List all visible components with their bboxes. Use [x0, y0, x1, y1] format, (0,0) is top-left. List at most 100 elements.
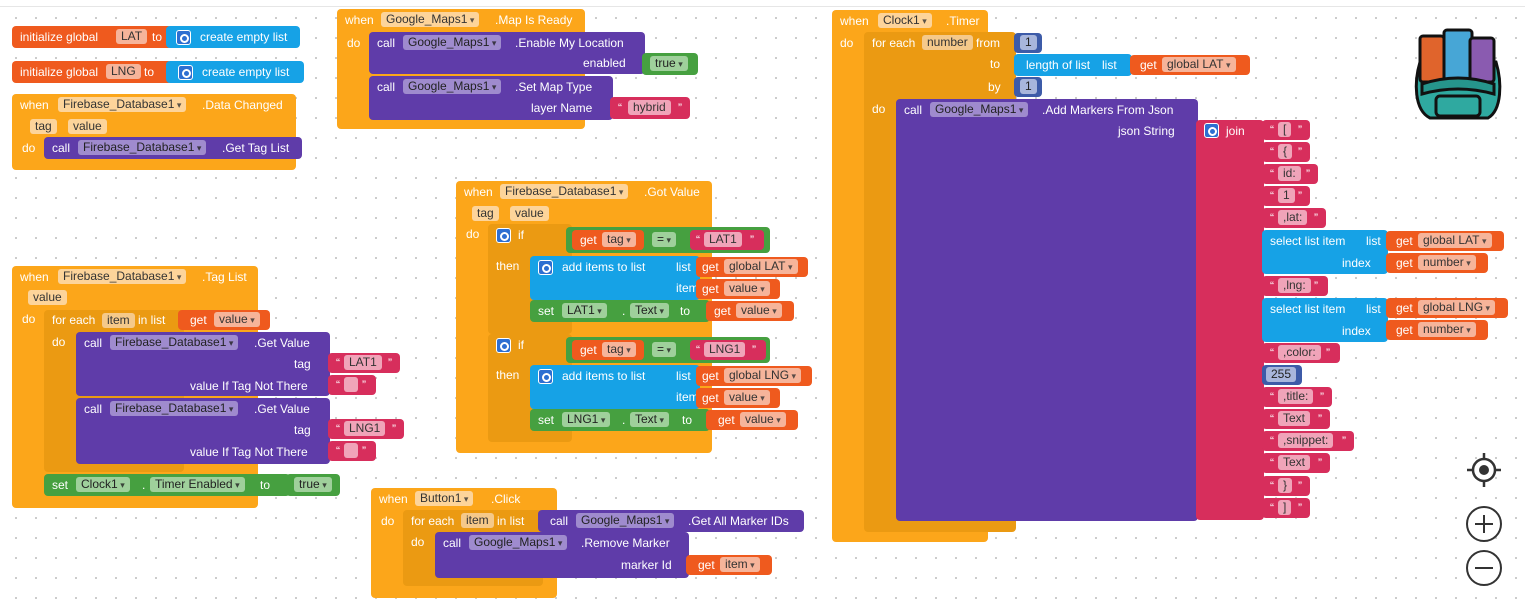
loop-var-number[interactable]: number — [922, 35, 973, 50]
component-dropdown[interactable]: LAT1 — [562, 303, 607, 318]
mutator-gear-icon[interactable] — [1204, 123, 1219, 138]
property-dropdown[interactable]: Timer Enabled — [150, 477, 245, 492]
get-value-lng1-call-block[interactable]: call Firebase_Database1 .Get Value tag v… — [76, 398, 330, 464]
text-block[interactable]: “ Text ” — [1262, 453, 1330, 473]
create-empty-list-block[interactable]: create empty list — [166, 26, 300, 48]
add-items-lat-block[interactable]: add items to list list item — [530, 256, 700, 300]
get-number-block[interactable]: get number — [1386, 253, 1488, 273]
get-global-lng-block[interactable]: get global LNG — [1386, 298, 1508, 318]
var-name-lat[interactable]: LAT — [116, 29, 148, 44]
get-tag-block[interactable]: get tag — [572, 340, 644, 360]
get-value-block[interactable]: get value — [696, 279, 780, 299]
set-lat1-text-block[interactable]: set LAT1 . Text to — [530, 300, 710, 322]
text-value[interactable]: [ — [1278, 122, 1292, 137]
loop-var-item[interactable]: item — [102, 313, 135, 328]
var-dropdown[interactable]: global LAT — [724, 259, 798, 274]
component-dropdown[interactable]: Google_Maps1 — [403, 35, 502, 50]
component-dropdown[interactable]: Firebase_Database1 — [500, 184, 629, 199]
text-value[interactable]: LNG1 — [344, 421, 386, 436]
var-dropdown[interactable]: value — [740, 412, 786, 427]
var-dropdown[interactable]: global LAT — [1162, 57, 1236, 72]
property-dropdown[interactable]: Text — [630, 412, 670, 427]
text-value[interactable]: LNG1 — [704, 342, 746, 357]
add-markers-from-json-call-block[interactable]: call Google_Maps1 .Add Markers From Json… — [896, 99, 1198, 521]
var-dropdown[interactable]: tag — [602, 232, 636, 247]
text-block[interactable]: “ id: ” — [1262, 164, 1318, 184]
var-dropdown[interactable]: value — [214, 312, 260, 327]
true-block[interactable]: true — [642, 53, 698, 75]
number-value[interactable]: 1 — [1020, 79, 1037, 94]
text-block[interactable]: “ [ ” — [1262, 120, 1310, 140]
zoom-out-icon[interactable] — [1466, 550, 1502, 586]
text-value[interactable]: LAT1 — [704, 232, 742, 247]
text-block[interactable]: “ ,snippet: ” — [1262, 431, 1354, 451]
text-lng1-block[interactable]: “ LNG1 ” — [690, 340, 766, 360]
get-global-lng-block[interactable]: get global LNG — [696, 366, 812, 386]
true-block[interactable]: true — [286, 474, 340, 496]
compare-op-dropdown[interactable]: = — [652, 342, 677, 357]
get-item-block[interactable]: get item — [686, 555, 772, 575]
var-name-lng[interactable]: LNG — [106, 64, 141, 79]
component-dropdown[interactable]: Firebase_Database1 — [58, 97, 187, 112]
text-value[interactable]: ,snippet: — [1278, 433, 1334, 448]
get-value-lat1-call-block[interactable]: call Firebase_Database1 .Get Value tag v… — [76, 332, 330, 396]
get-tag-list-call-block[interactable]: call Firebase_Database1 .Get Tag List — [44, 137, 302, 159]
get-value-block[interactable]: get value — [706, 301, 794, 321]
var-dropdown[interactable]: number — [1418, 255, 1476, 270]
text-value[interactable]: Text — [1278, 455, 1311, 470]
var-dropdown[interactable]: global LNG — [724, 368, 802, 383]
component-dropdown[interactable]: Firebase_Database1 — [110, 335, 239, 350]
text-value[interactable]: ,lat: — [1278, 210, 1308, 225]
mutator-gear-icon[interactable] — [178, 65, 193, 80]
get-tag-block[interactable]: get tag — [572, 230, 644, 250]
text-lat1-block[interactable]: “ LAT1 ” — [328, 353, 400, 373]
create-empty-list-block[interactable]: create empty list — [166, 61, 304, 83]
param-value[interactable]: value — [68, 119, 107, 134]
get-global-lat-block[interactable]: get global LAT — [696, 257, 808, 277]
var-dropdown[interactable]: number — [1418, 322, 1476, 337]
component-dropdown[interactable]: Google_Maps1 — [930, 102, 1029, 117]
mutator-gear-icon[interactable] — [538, 260, 553, 275]
number-255-block[interactable]: 255 — [1262, 365, 1302, 385]
text-value[interactable]: id: — [1278, 166, 1301, 181]
zoom-in-icon[interactable] — [1466, 506, 1502, 542]
text-hybrid-block[interactable]: “ hybrid ” — [610, 97, 690, 119]
text-block[interactable]: “ { ” — [1262, 142, 1310, 162]
text-value[interactable]: ,color: — [1278, 345, 1321, 360]
get-global-lat-block[interactable]: get global LAT — [1386, 231, 1504, 251]
var-dropdown[interactable]: item — [720, 557, 760, 572]
var-dropdown[interactable]: value — [724, 281, 770, 296]
text-lng1-block[interactable]: “ LNG1 ” — [328, 419, 404, 439]
component-dropdown[interactable]: Google_Maps1 — [403, 79, 502, 94]
component-dropdown[interactable]: LNG1 — [562, 412, 611, 427]
text-value[interactable]: Text — [1278, 411, 1311, 426]
get-all-marker-ids-call-block[interactable]: call Google_Maps1 .Get All Marker IDs — [538, 510, 804, 532]
var-dropdown[interactable]: global LNG — [1418, 300, 1496, 315]
select-list-item-lng-block[interactable]: select list item list index — [1262, 298, 1388, 342]
number-value[interactable]: 255 — [1266, 367, 1297, 382]
loop-var-item[interactable]: item — [461, 513, 494, 528]
component-dropdown[interactable]: Google_Maps1 — [381, 12, 480, 27]
enable-my-location-call-block[interactable]: call Google_Maps1 .Enable My Location en… — [369, 32, 645, 74]
number-1-block[interactable]: 1 — [1014, 33, 1042, 53]
text-value[interactable]: ,title: — [1278, 389, 1314, 404]
component-dropdown[interactable]: Firebase_Database1 — [78, 140, 207, 155]
text-block[interactable]: “ Text ” — [1262, 409, 1330, 429]
property-dropdown[interactable]: Text — [630, 303, 670, 318]
param-tag[interactable]: tag — [472, 206, 499, 221]
number-1-block[interactable]: 1 — [1014, 77, 1042, 97]
number-value[interactable]: 1 — [1020, 35, 1037, 50]
text-empty-block[interactable]: “ ” — [328, 375, 376, 395]
backpack-icon[interactable] — [1410, 22, 1506, 124]
var-dropdown[interactable]: global LAT — [1418, 233, 1492, 248]
compare-op-dropdown[interactable]: = — [652, 232, 677, 247]
component-dropdown[interactable]: Button1 — [415, 491, 474, 506]
set-map-type-call-block[interactable]: call Google_Maps1 .Set Map Type layer Na… — [369, 76, 613, 120]
component-dropdown[interactable]: Clock1 — [878, 13, 932, 28]
set-lng1-text-block[interactable]: set LNG1 . Text to — [530, 409, 710, 431]
text-block[interactable]: “ ,color: ” — [1262, 343, 1340, 363]
mutator-gear-icon[interactable] — [496, 338, 511, 353]
init-global-lng-block[interactable]: initialize global LNG to — [12, 61, 172, 83]
text-value[interactable]: LAT1 — [344, 355, 382, 370]
text-value[interactable]: { — [1278, 144, 1293, 159]
